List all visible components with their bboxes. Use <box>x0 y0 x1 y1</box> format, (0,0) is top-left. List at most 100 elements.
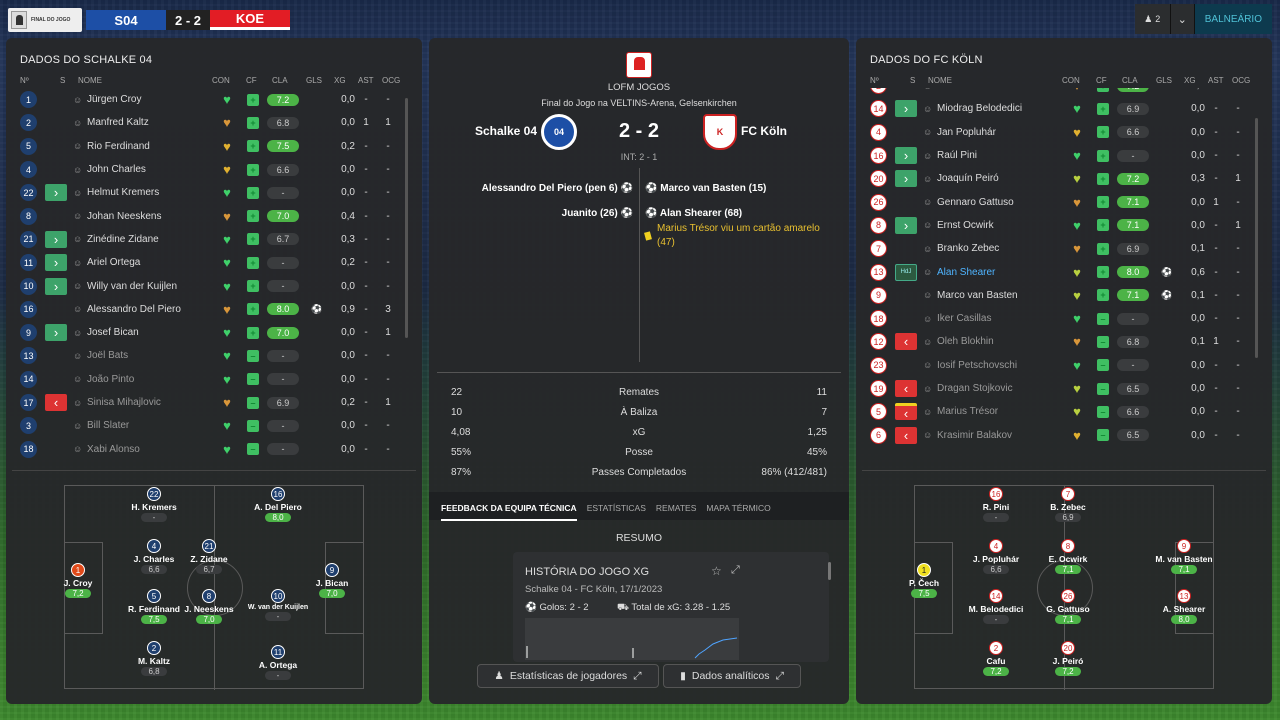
table-row[interactable]: 9 ☺ Marco van Basten ♥ +7.1 ⚽ 0,1- - <box>856 284 1272 307</box>
table-row[interactable]: 11 › ☺ Ariel Ortega ♥ + -0,2- - <box>6 251 422 274</box>
player-stats-button[interactable]: ♟ Estatísticas de jogadores ⤢ <box>477 664 659 688</box>
locker-room-button[interactable]: BALNEÁRIO <box>1194 4 1272 34</box>
xg-story-card[interactable]: HISTÓRIA DO JOGO XG ☆ ⤢ Schalke 04 - FC … <box>513 552 831 662</box>
player-name[interactable]: Sinisa Mihajlovic <box>87 397 207 408</box>
pitch-player[interactable]: 21 Z. Zidane 6,7 <box>174 539 244 574</box>
player-name[interactable]: Ariel Ortega <box>87 257 207 268</box>
player-name[interactable]: Manfred Kaltz <box>87 117 207 128</box>
table-row[interactable]: 22 › ☺ Helmut Kremers ♥ + -0,0- - <box>6 181 422 204</box>
player-name[interactable]: Marius Trésor <box>937 406 1057 417</box>
player-name[interactable]: Alan Shearer <box>937 267 1057 278</box>
table-row[interactable]: 20 › ☺ Joaquín Peiró ♥ +7.2 0,3- 1 <box>856 167 1272 190</box>
table-row[interactable]: 19 ‹ ☺ Dragan Stojkovic ♥ –6.5 0,0- - <box>856 377 1272 400</box>
table-row[interactable]: 26 ☺ Gennaro Gattuso ♥ +7.1 0,0 1 - <box>856 190 1272 213</box>
player-name[interactable]: Marco van Basten <box>937 290 1057 301</box>
scrollbar[interactable] <box>405 98 408 338</box>
player-name[interactable]: Oleh Blokhin <box>937 336 1057 347</box>
player-name[interactable]: Branko Zebec <box>937 243 1057 254</box>
player-name[interactable]: Willy van der Kuijlen <box>87 281 207 292</box>
pitch-player[interactable]: 16 A. Del Piero 8,0 <box>243 487 313 522</box>
player-name[interactable]: Josef Bican <box>87 327 207 338</box>
player-name[interactable]: Cafu <box>937 88 1057 91</box>
tab-2[interactable]: REMATES <box>656 503 696 521</box>
table-row[interactable]: 10 › ☺ Willy van der Kuijlen ♥ + -0,0- - <box>6 274 422 297</box>
star-icon[interactable]: ☆ <box>711 564 722 578</box>
table-row[interactable]: 2 ☺ Cafu ♥ +7.2 0,0-1 <box>856 88 1272 97</box>
player-name[interactable]: Jürgen Croy <box>87 94 207 105</box>
table-row[interactable]: 18 ☺ Iker Casillas ♥ – -0,0- - <box>856 307 1272 330</box>
tab-1[interactable]: ESTATÍSTICAS <box>587 503 646 521</box>
player-name[interactable]: Iosif Petschovschi <box>937 360 1057 371</box>
table-row[interactable]: 4 ☺ John Charles ♥ +6.6 0,0- - <box>6 158 422 181</box>
player-name[interactable]: João Pinto <box>87 374 207 385</box>
player-name[interactable]: Dragan Stojkovic <box>937 383 1057 394</box>
player-name[interactable]: Iker Casillas <box>937 313 1057 324</box>
pitch-player[interactable]: 1 J. Croy 7,2 <box>43 563 113 598</box>
shirt-number: 23 <box>870 356 887 374</box>
table-row[interactable]: 13 ☺ Joël Bats ♥ – -0,0- - <box>6 344 422 367</box>
table-row[interactable]: 12 ‹ ☺ Oleh Blokhin ♥ –6.8 0,1 1 - <box>856 330 1272 353</box>
player-name[interactable]: Joaquín Peiró <box>937 173 1057 184</box>
player-name[interactable]: Raúl Pini <box>937 150 1057 161</box>
table-row[interactable]: 6 ‹ ☺ Krasimir Balakov ♥ –6.5 0,0- - <box>856 423 1272 446</box>
player-name[interactable]: Alessandro Del Piero <box>87 304 207 315</box>
players-button[interactable]: ♟ 2 <box>1134 4 1171 34</box>
table-row[interactable]: 18 ☺ Xabi Alonso ♥ – -0,0- - <box>6 437 422 460</box>
pitch-player[interactable]: 16 R. Pini - <box>961 487 1031 522</box>
pitch-player[interactable]: 2 M. Kaltz 6,8 <box>119 641 189 676</box>
table-row[interactable]: 13 HdJ ☺ Alan Shearer ♥ +8.0 ⚽ 0,6- - <box>856 260 1272 283</box>
table-row[interactable]: 3 ☺ Bill Slater ♥ – -0,0- - <box>6 414 422 437</box>
expand-icon[interactable]: ⤢ <box>731 564 740 577</box>
player-name[interactable]: John Charles <box>87 164 207 175</box>
table-row[interactable]: 23 ☺ Iosif Petschovschi ♥ – -0,0- - <box>856 354 1272 377</box>
pitch-player[interactable]: 7 B. Zebec 6,9 <box>1033 487 1103 522</box>
player-name[interactable]: Jan Popluhár <box>937 127 1057 138</box>
pitch-player[interactable]: 2 Cafu 7,2 <box>961 641 1031 676</box>
table-row[interactable]: 8 › ☺ Ernst Ocwirk ♥ +7.1 0,0- 1 <box>856 214 1272 237</box>
player-name[interactable]: Zinédine Zidane <box>87 234 207 245</box>
table-row[interactable]: 21 › ☺ Zinédine Zidane ♥ +6.7 0,3- - <box>6 228 422 251</box>
pitch-player[interactable]: 4 J. Popluhár 6,6 <box>961 539 1031 574</box>
player-name[interactable]: Joël Bats <box>87 350 207 361</box>
analytics-button[interactable]: ▮ Dados analíticos ⤢ <box>663 664 801 688</box>
table-row[interactable]: 14 › ☺ Miodrag Belodedici ♥ +6.9 0,0- - <box>856 97 1272 120</box>
pitch-player[interactable]: 13 A. Shearer 8,0 <box>1149 589 1219 624</box>
table-row[interactable]: 4 ☺ Jan Popluhár ♥ +6.6 0,0- - <box>856 121 1272 144</box>
xg-cell: 0,0 <box>341 280 355 292</box>
pitch-player[interactable]: 8 J. Neeskens 7,0 <box>174 589 244 624</box>
table-row[interactable]: 14 ☺ João Pinto ♥ – -0,0- - <box>6 368 422 391</box>
card-scrollbar[interactable] <box>828 562 831 580</box>
player-name[interactable]: Helmut Kremers <box>87 187 207 198</box>
tab-0[interactable]: FEEDBACK DA EQUIPA TÉCNICA <box>441 503 577 521</box>
table-row[interactable]: 2 ☺ Manfred Kaltz ♥ +6.8 0,0 1 1 <box>6 111 422 134</box>
table-row[interactable]: 8 ☺ Johan Neeskens ♥ +7.0 0,4- - <box>6 204 422 227</box>
dropdown-button[interactable]: ⌄ <box>1170 4 1195 34</box>
tab-3[interactable]: MAPA TÉRMICO <box>706 503 770 521</box>
player-name[interactable]: Bill Slater <box>87 420 207 431</box>
player-name[interactable]: Miodrag Belodedici <box>937 103 1057 114</box>
player-name[interactable]: Krasimir Balakov <box>937 430 1057 441</box>
pitch-player[interactable]: 8 E. Ocwirk 7,1 <box>1033 539 1103 574</box>
scrollbar[interactable] <box>1255 118 1258 358</box>
table-row[interactable]: 16 › ☺ Raúl Pini ♥ + -0,0- - <box>856 144 1272 167</box>
pitch-player[interactable]: 22 H. Kremers - <box>119 487 189 522</box>
player-name[interactable]: Rio Ferdinand <box>87 141 207 152</box>
table-row[interactable]: 7 ☺ Branko Zebec ♥ +6.9 0,1- - <box>856 237 1272 260</box>
player-name[interactable]: Johan Neeskens <box>87 211 207 222</box>
pitch-player[interactable]: 20 J. Peiró 7,2 <box>1033 641 1103 676</box>
pitch-player[interactable]: 11 A. Ortega - <box>243 645 313 680</box>
pitch-player[interactable]: 9 J. Bican 7,0 <box>297 563 367 598</box>
pitch-player[interactable]: 14 M. Belodedici - <box>961 589 1031 624</box>
table-row[interactable]: 16 ☺ Alessandro Del Piero ♥ +8.0 ⚽ 0,9- 3 <box>6 298 422 321</box>
pitch-player[interactable]: 26 G. Gattuso 7,1 <box>1033 589 1103 624</box>
table-row[interactable]: 5 ☺ Rio Ferdinand ♥ +7.5 0,2- - <box>6 135 422 158</box>
table-row[interactable]: 17 ‹ ☺ Sinisa Mihajlovic ♥ –6.9 0,2- 1 <box>6 391 422 414</box>
table-row[interactable]: 1 ☺ Jürgen Croy ♥ +7.2 0,0- - <box>6 88 422 111</box>
pitch-player[interactable]: 1 P. Čech 7,5 <box>889 563 959 598</box>
pitch-player[interactable]: 9 M. van Basten 7,1 <box>1149 539 1219 574</box>
player-name[interactable]: Ernst Ocwirk <box>937 220 1057 231</box>
player-name[interactable]: Gennaro Gattuso <box>937 197 1057 208</box>
table-row[interactable]: 5 ‹ ☺ Marius Trésor ♥ –6.6 0,0- - <box>856 400 1272 423</box>
table-row[interactable]: 9 › ☺ Josef Bican ♥ +7.0 0,0- 1 <box>6 321 422 344</box>
player-name[interactable]: Xabi Alonso <box>87 444 207 455</box>
